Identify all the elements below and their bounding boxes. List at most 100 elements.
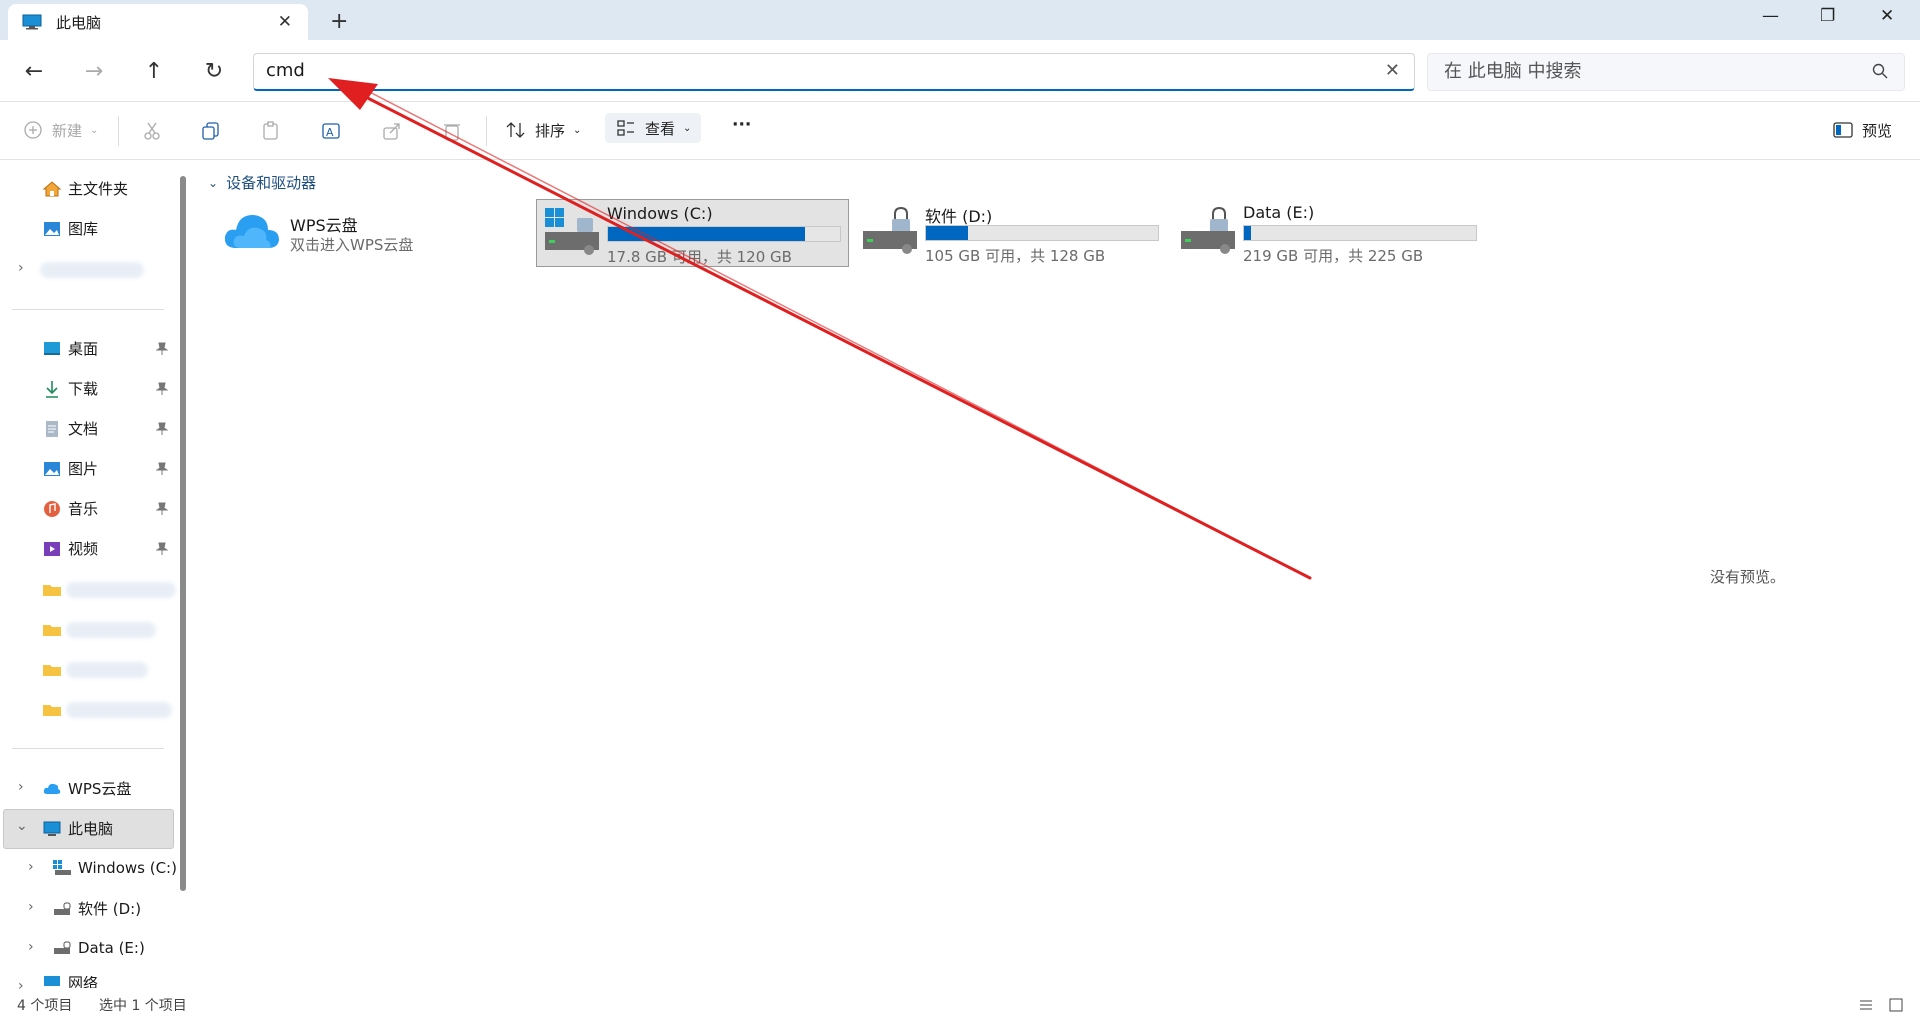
up-button[interactable]: ↑ <box>139 56 169 86</box>
folder-icon <box>43 625 61 636</box>
view-button[interactable]: 查看 ⌄ <box>605 113 702 143</box>
search-input[interactable]: 在 此电脑 中搜索 <box>1427 53 1905 91</box>
close-window-button[interactable]: ✕ <box>1880 6 1894 26</box>
file-list-pane <box>196 161 1920 986</box>
title-bar: 此电脑 ✕ + — ❐ ✕ <box>0 0 1920 40</box>
preview-pane-icon <box>1833 122 1853 138</box>
new-label: 新建 <box>52 121 83 140</box>
chevron-right-icon[interactable]: › <box>28 899 34 915</box>
address-clear-button[interactable]: ✕ <box>1385 54 1400 88</box>
sort-icon <box>506 122 525 138</box>
sidebar-item-drive-c[interactable]: Windows (C:) <box>52 858 177 878</box>
new-button[interactable]: 新建 ⌄ <box>22 119 98 141</box>
sidebar-item-music[interactable]: 音乐 <box>42 498 98 519</box>
delete-icon[interactable] <box>441 120 463 142</box>
cut-icon[interactable] <box>141 120 163 142</box>
view-list-icon <box>617 120 634 136</box>
document-icon <box>46 420 58 437</box>
pictures-icon <box>44 461 60 476</box>
chevron-down-icon[interactable]: ⌄ <box>16 818 28 834</box>
network-icon <box>44 976 60 986</box>
restore-button[interactable]: ❐ <box>1820 6 1835 26</box>
chevron-right-icon[interactable]: › <box>18 779 24 795</box>
details-view-icon[interactable] <box>1858 997 1874 1013</box>
home-icon <box>42 180 62 196</box>
refresh-button[interactable]: ↻ <box>199 56 229 86</box>
monitor-icon <box>43 821 61 836</box>
back-button[interactable]: ← <box>19 56 49 86</box>
sidebar-item-drive-d[interactable]: 软件 (D:) <box>52 898 141 919</box>
pin-icon <box>156 422 168 435</box>
sidebar-item-label: 此电脑 <box>68 820 114 838</box>
address-input[interactable]: cmd ✕ <box>253 53 1415 91</box>
sidebar-item-label: Windows (C:) <box>78 859 177 877</box>
tiles-view-icon[interactable] <box>1888 997 1904 1013</box>
drive-usage-bar <box>607 226 841 242</box>
video-icon <box>44 541 60 556</box>
download-icon <box>46 380 58 398</box>
drive-icon <box>863 206 917 254</box>
search-placeholder: 在 此电脑 中搜索 <box>1444 61 1582 82</box>
tab-close-button[interactable]: ✕ <box>278 12 292 32</box>
wps-name: WPS云盘 <box>290 216 358 235</box>
sidebar-item-label: 桌面 <box>68 340 99 358</box>
drive-space-info: 105 GB 可用，共 128 GB <box>925 247 1106 265</box>
paste-icon[interactable] <box>260 120 282 142</box>
sidebar-item-label: 音乐 <box>68 500 99 518</box>
sidebar-item-home[interactable]: 主文件夹 <box>42 178 128 199</box>
drive-usage-fill <box>608 227 806 241</box>
sidebar-item-drive-e[interactable]: Data (E:) <box>52 938 145 958</box>
section-header-devices[interactable]: ⌄ 设备和驱动器 <box>208 172 316 193</box>
monitor-icon <box>22 14 42 30</box>
sidebar-item-label: Data (E:) <box>78 939 145 957</box>
minimize-button[interactable]: — <box>1762 6 1779 26</box>
drive-icon <box>54 941 71 954</box>
share-icon[interactable] <box>381 120 403 142</box>
sidebar-item-videos[interactable]: 视频 <box>42 538 98 559</box>
pin-icon <box>156 382 168 395</box>
copy-icon[interactable] <box>200 120 222 142</box>
navigation-bar: ← → ↑ ↻ cmd ✕ 在 此电脑 中搜索 <box>0 40 1920 102</box>
drive-icon <box>1181 206 1235 254</box>
pin-icon <box>156 542 168 555</box>
drive-usage-bar <box>1243 225 1477 241</box>
preview-pane-message: 没有预览。 <box>1710 568 1786 586</box>
drive-name: 软件 (D:) <box>925 207 993 226</box>
drive-name: Windows (C:) <box>607 204 713 223</box>
chevron-right-icon[interactable]: › <box>28 939 34 955</box>
wps-subtitle: 双击进入WPS云盘 <box>290 236 414 254</box>
more-options-button[interactable]: ··· <box>732 115 751 135</box>
preview-pane-button[interactable]: 预览 <box>1832 119 1892 141</box>
redacted-folder <box>66 702 172 718</box>
drive-usage-fill <box>926 226 968 240</box>
tab-this-pc[interactable]: 此电脑 ✕ <box>8 4 308 40</box>
sidebar-item-desktop[interactable]: 桌面 <box>42 338 98 359</box>
sidebar-item-this-pc[interactable]: 此电脑 <box>42 818 113 839</box>
drive-icon <box>54 902 71 915</box>
folder-icon <box>43 665 61 676</box>
sidebar-item-documents[interactable]: 文档 <box>42 418 98 439</box>
drive-item-d[interactable]: 软件 (D:) 105 GB 可用，共 128 GB <box>855 199 1168 267</box>
navigation-scrollbar[interactable] <box>180 176 186 891</box>
forward-button[interactable]: → <box>79 56 109 86</box>
sidebar-item-network[interactable]: 网络 <box>42 976 98 988</box>
sidebar-item-gallery[interactable]: 图库 <box>42 218 98 239</box>
status-bar: 4 个项目 选中 1 个项目 <box>0 990 1920 1020</box>
sidebar-item-wps-cloud[interactable]: WPS云盘 <box>42 778 131 799</box>
sidebar-item-label: 文档 <box>68 420 99 438</box>
sidebar-item-pictures[interactable]: 图片 <box>42 458 98 479</box>
pin-icon <box>156 342 168 355</box>
sidebar-item-downloads[interactable]: 下载 <box>42 378 98 399</box>
rename-icon[interactable]: A <box>320 120 342 142</box>
chevron-down-icon: ⌄ <box>573 124 582 136</box>
chevron-right-icon[interactable]: › <box>18 260 24 276</box>
drive-space-info: 17.8 GB 可用，共 120 GB <box>607 248 792 266</box>
drive-usage-fill <box>1244 226 1251 240</box>
drive-item-c[interactable]: Windows (C:) 17.8 GB 可用，共 120 GB <box>536 199 849 267</box>
chevron-right-icon[interactable]: › <box>28 859 34 875</box>
redacted-folder <box>66 662 148 678</box>
sort-button[interactable]: 排序 ⌄ <box>505 119 581 141</box>
svg-text:A: A <box>326 126 334 139</box>
drive-item-e[interactable]: Data (E:) 219 GB 可用，共 225 GB <box>1173 199 1486 267</box>
new-tab-button[interactable]: + <box>330 9 348 34</box>
